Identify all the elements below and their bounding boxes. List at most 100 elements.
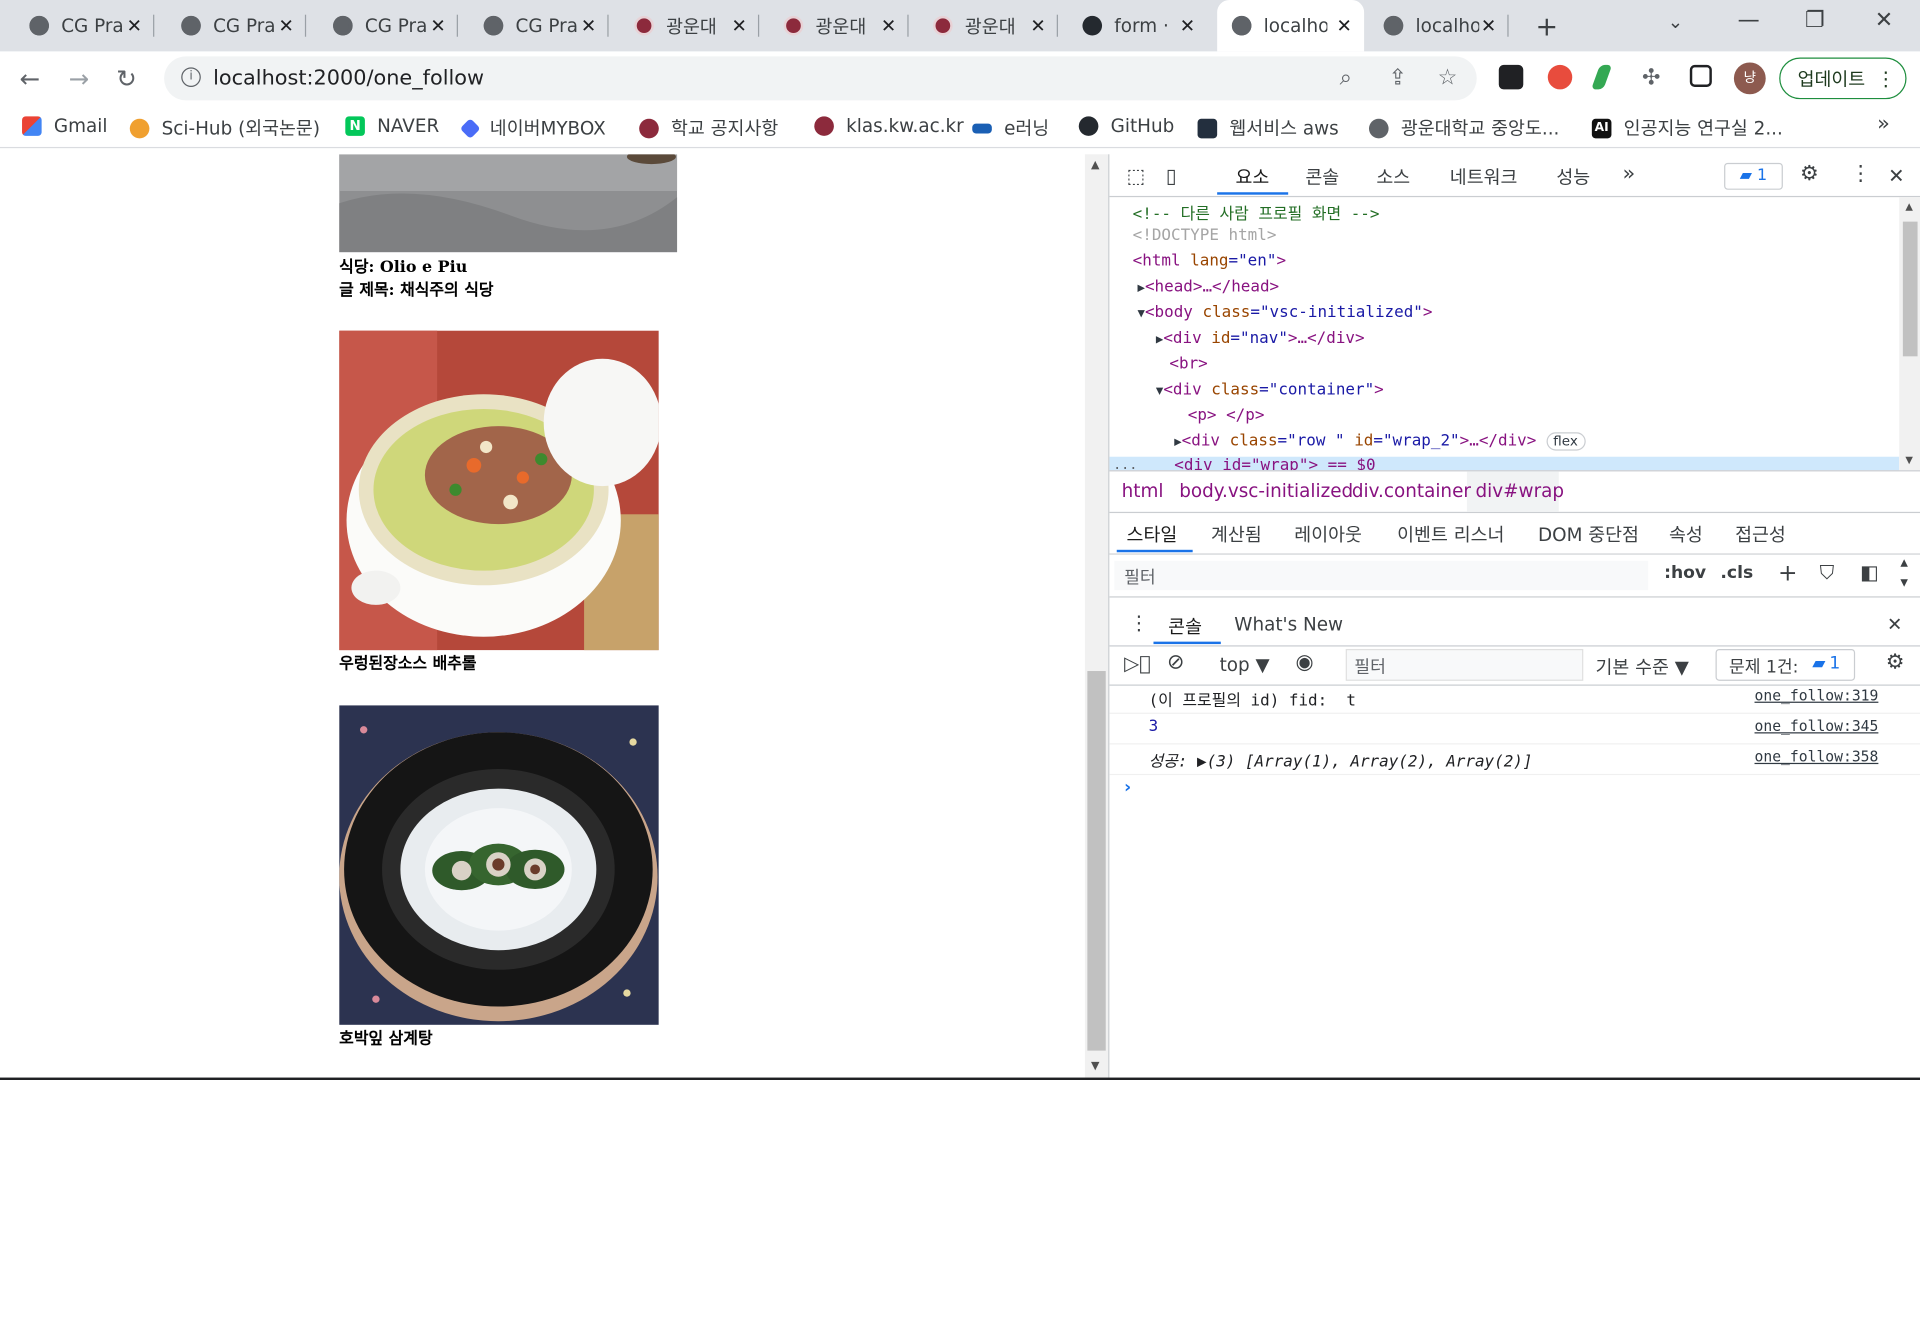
- tab-sources[interactable]: 소스: [1376, 164, 1410, 190]
- back-button[interactable]: ←: [20, 64, 41, 93]
- tab-3[interactable]: CG Pra ✕: [318, 10, 458, 42]
- restore-button[interactable]: ❐: [1805, 7, 1825, 33]
- settings-gear-icon[interactable]: ⚙: [1800, 162, 1819, 186]
- drawer-tab-console[interactable]: 콘솔: [1168, 613, 1202, 639]
- new-tab-button[interactable]: +: [1536, 12, 1559, 43]
- br-node[interactable]: <br>: [1169, 355, 1207, 373]
- log-levels-dropdown[interactable]: 기본 수준 ▼: [1596, 654, 1689, 680]
- ellipsis-menu-icon[interactable]: ...: [1113, 457, 1137, 470]
- tab-1[interactable]: CG Pra ✕: [15, 10, 155, 42]
- bookmark-gmail[interactable]: Gmail: [22, 115, 107, 137]
- bookmark-elearning[interactable]: e러닝: [972, 115, 1049, 141]
- close-icon[interactable]: ✕: [127, 15, 142, 37]
- minimize-button[interactable]: —: [1738, 7, 1760, 33]
- close-icon[interactable]: ✕: [1030, 15, 1045, 37]
- tab-5[interactable]: 광운대 ✕: [620, 10, 760, 42]
- extension-icon[interactable]: [1591, 64, 1613, 90]
- console-settings-gear-icon[interactable]: ⚙: [1886, 650, 1905, 674]
- tab-2[interactable]: CG Pra ✕: [167, 10, 307, 42]
- tab-search-icon[interactable]: ⌄: [1668, 11, 1683, 33]
- drawer-menu-icon[interactable]: ⋮: [1129, 611, 1149, 634]
- window-close-button[interactable]: ✕: [1875, 7, 1893, 33]
- wrap-div-node-selected[interactable]: <div id="wrap"> == $0: [1174, 457, 1375, 470]
- elements-tree[interactable]: <!-- 다른 사람 프로필 화면 --> <!DOCTYPE html> <h…: [1109, 197, 1900, 471]
- close-icon[interactable]: ✕: [1180, 15, 1195, 37]
- menu-icon[interactable]: ⋮: [1876, 67, 1896, 90]
- site-info-icon[interactable]: i: [181, 67, 201, 87]
- close-drawer-icon[interactable]: ✕: [1887, 613, 1902, 635]
- cls-toggle[interactable]: .cls: [1720, 563, 1753, 583]
- issues-badge[interactable]: ▰ 1: [1724, 162, 1783, 190]
- bookmark-aws[interactable]: 웹서비스 aws: [1197, 115, 1339, 141]
- bookmark-library[interactable]: 광운대학교 중앙도...: [1368, 115, 1559, 141]
- page-scrollbar[interactable]: ▲ ▼: [1084, 154, 1109, 1078]
- flex-badge[interactable]: flex: [1545, 432, 1586, 451]
- bookmark-scihub[interactable]: Sci-Hub (외국논문): [129, 115, 320, 141]
- puzzle-icon[interactable]: ✣: [1642, 65, 1660, 91]
- p-node[interactable]: <p> </p>: [1188, 407, 1265, 425]
- live-expression-eye-icon[interactable]: ◉: [1296, 650, 1314, 674]
- breadcrumb-body[interactable]: body.vsc-initialized: [1179, 480, 1353, 502]
- more-bookmarks-icon[interactable]: »: [1877, 111, 1890, 135]
- tab-styles[interactable]: 스타일: [1127, 522, 1178, 548]
- tab-layout[interactable]: 레이아웃: [1294, 522, 1362, 548]
- tab-performance[interactable]: 성능: [1556, 164, 1590, 190]
- scrollbar-thumb[interactable]: [1087, 671, 1106, 1051]
- close-devtools-icon[interactable]: ✕: [1888, 164, 1904, 187]
- tab-6[interactable]: 광운대 ✕: [769, 10, 909, 42]
- toggle-sidebar-icon[interactable]: ◧: [1860, 561, 1879, 584]
- bookmark-naver[interactable]: N NAVER: [345, 115, 439, 137]
- message-text[interactable]: 성공: ▶(3) [Array(1), Array(2), Array(2)]: [1149, 748, 1533, 771]
- elements-scrollbar[interactable]: ▲ ▼: [1899, 197, 1920, 471]
- doctype-node[interactable]: <!DOCTYPE html>: [1133, 227, 1277, 245]
- message-source-link[interactable]: one_follow:345: [1755, 718, 1879, 735]
- tab-7[interactable]: 광운대 ✕: [918, 10, 1058, 42]
- issues-button[interactable]: 문제 1건: ▰ 1: [1715, 648, 1856, 681]
- nav-div-node[interactable]: ▶<div id="nav">…</div>: [1156, 329, 1365, 347]
- body-node[interactable]: ▼<body class="vsc-initialized">: [1138, 304, 1433, 322]
- close-icon[interactable]: ✕: [278, 15, 293, 37]
- bookmark-star-icon[interactable]: ☆: [1438, 65, 1458, 91]
- tab-4[interactable]: CG Pra ✕: [469, 10, 609, 42]
- scroll-up-icon[interactable]: ▲: [1900, 557, 1908, 568]
- add-rule-icon[interactable]: +: [1778, 560, 1797, 587]
- scroll-down-icon[interactable]: ▼: [1900, 577, 1908, 588]
- close-icon[interactable]: ✕: [581, 15, 596, 37]
- head-node[interactable]: ▶<head>…</head>: [1138, 278, 1280, 296]
- tab-10[interactable]: localho ✕: [1369, 10, 1509, 42]
- message-source-link[interactable]: one_follow:358: [1755, 748, 1879, 765]
- tab-9-active[interactable]: localho ✕: [1217, 0, 1365, 52]
- bookmark-ai-lab[interactable]: AI 인공지능 연구실 2...: [1591, 115, 1783, 141]
- tab-accessibility[interactable]: 접근성: [1735, 522, 1786, 548]
- close-icon[interactable]: ✕: [1336, 15, 1351, 37]
- bookmark-school-notice[interactable]: 학교 공지사항: [639, 115, 778, 141]
- console-prompt[interactable]: ›: [1124, 778, 1131, 798]
- close-icon[interactable]: ✕: [881, 15, 896, 37]
- console-filter-input[interactable]: 필터: [1345, 648, 1584, 681]
- html-node[interactable]: <html lang="en">: [1133, 252, 1286, 270]
- styles-filter-input[interactable]: 필터: [1114, 560, 1649, 591]
- side-panel-icon[interactable]: [1689, 64, 1712, 87]
- tab-properties[interactable]: 속성: [1669, 522, 1703, 548]
- close-icon[interactable]: ✕: [732, 15, 747, 37]
- tab-event-listeners[interactable]: 이벤트 리스너: [1397, 522, 1504, 548]
- breadcrumb-html[interactable]: html: [1122, 480, 1164, 502]
- extension-icon[interactable]: [1547, 64, 1573, 90]
- update-button[interactable]: 업데이트 ⋮: [1779, 57, 1907, 100]
- drawer-tab-whats-new[interactable]: What's New: [1234, 613, 1343, 635]
- close-icon[interactable]: ✕: [1481, 15, 1496, 37]
- show-sidebar-icon[interactable]: ▷⃞: [1124, 651, 1151, 674]
- breadcrumb-container[interactable]: div.container: [1352, 480, 1471, 502]
- paint-brush-icon[interactable]: ⛉: [1820, 561, 1835, 585]
- inspect-element-icon[interactable]: ⬚: [1127, 164, 1146, 187]
- extension-icon[interactable]: [1498, 64, 1524, 90]
- tab-elements[interactable]: 요소: [1236, 164, 1270, 190]
- bookmark-mybox[interactable]: 네이버MYBOX: [459, 115, 606, 141]
- context-selector[interactable]: top ▼: [1220, 654, 1270, 676]
- forward-button[interactable]: →: [69, 64, 90, 93]
- address-bar[interactable]: i localhost:2000/one_follow ⌕ ⇪ ☆: [164, 56, 1477, 101]
- url-text[interactable]: localhost:2000/one_follow: [213, 66, 484, 90]
- cabbage-roll-photo[interactable]: [339, 330, 659, 651]
- wrap2-div-node[interactable]: ▶<div class="row " id="wrap_2">…</div> f…: [1174, 432, 1586, 451]
- clear-console-icon[interactable]: ⊘: [1167, 650, 1184, 674]
